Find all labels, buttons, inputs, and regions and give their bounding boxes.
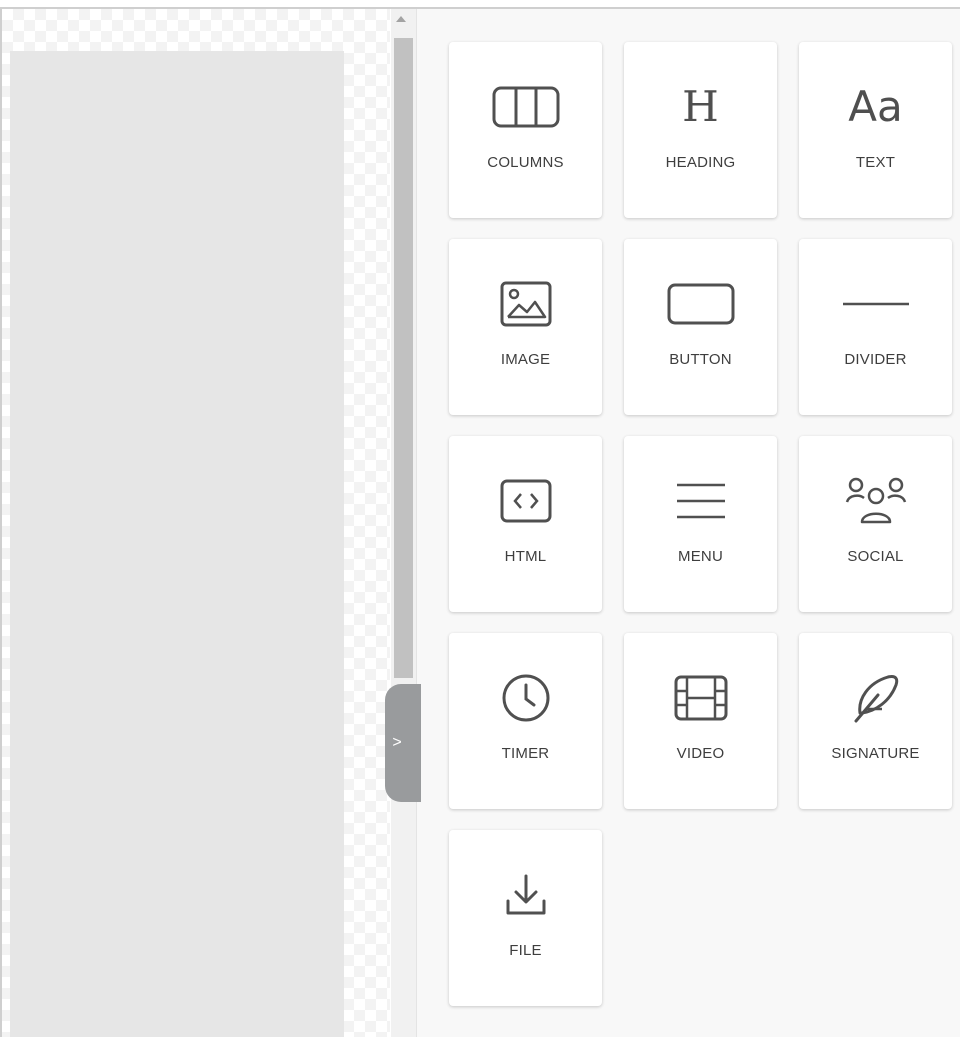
block-label: FILE [509, 942, 542, 959]
block-file[interactable]: FILE [449, 830, 602, 1006]
block-video[interactable]: VIDEO [624, 633, 777, 809]
heading-icon: H [682, 82, 719, 131]
block-timer[interactable]: TIMER [449, 633, 602, 809]
block-button[interactable]: BUTTON [624, 239, 777, 415]
email-canvas [0, 9, 390, 1037]
block-label: BUTTON [669, 351, 732, 368]
block-label: HEADING [665, 154, 736, 171]
block-label: TIMER [501, 745, 550, 762]
timer-icon [449, 673, 602, 723]
email-body-placeholder[interactable] [10, 51, 344, 1037]
block-signature[interactable]: SIGNATURE [799, 633, 952, 809]
divider-icon [799, 279, 952, 329]
image-icon [449, 279, 602, 329]
block-label: COLUMNS [487, 154, 564, 171]
block-social[interactable]: SOCIAL [799, 436, 952, 612]
block-menu[interactable]: MENU [624, 436, 777, 612]
text-icon: Aa [848, 82, 903, 131]
top-border [0, 0, 960, 9]
columns-icon [449, 82, 602, 132]
social-icon [799, 476, 952, 526]
scroll-thumb[interactable] [394, 38, 413, 678]
block-label: VIDEO [676, 745, 725, 762]
block-label: TEXT [855, 154, 896, 171]
scroll-up-arrow-icon[interactable] [396, 16, 406, 22]
menu-icon [624, 476, 777, 526]
file-download-icon [449, 870, 602, 920]
chevron-right-icon: > [392, 734, 402, 751]
block-columns[interactable]: COLUMNS [449, 42, 602, 218]
block-label: SIGNATURE [831, 745, 920, 762]
block-label: IMAGE [500, 351, 551, 368]
video-icon [624, 673, 777, 723]
block-image[interactable]: IMAGE [449, 239, 602, 415]
block-divider[interactable]: DIVIDER [799, 239, 952, 415]
block-html[interactable]: HTML [449, 436, 602, 612]
button-icon [624, 279, 777, 329]
block-label: MENU [678, 548, 723, 565]
block-text[interactable]: Aa TEXT [799, 42, 952, 218]
collapse-panel-tab[interactable]: > [385, 684, 421, 802]
content-blocks-panel: COLUMNS H HEADING Aa TEXT IMAGE BUTTON D… [416, 9, 960, 1037]
html-icon [449, 476, 602, 526]
block-label: SOCIAL [847, 548, 904, 565]
block-label: DIVIDER [844, 351, 907, 368]
signature-icon [799, 673, 952, 723]
block-label: HTML [504, 548, 547, 565]
block-heading[interactable]: H HEADING [624, 42, 777, 218]
